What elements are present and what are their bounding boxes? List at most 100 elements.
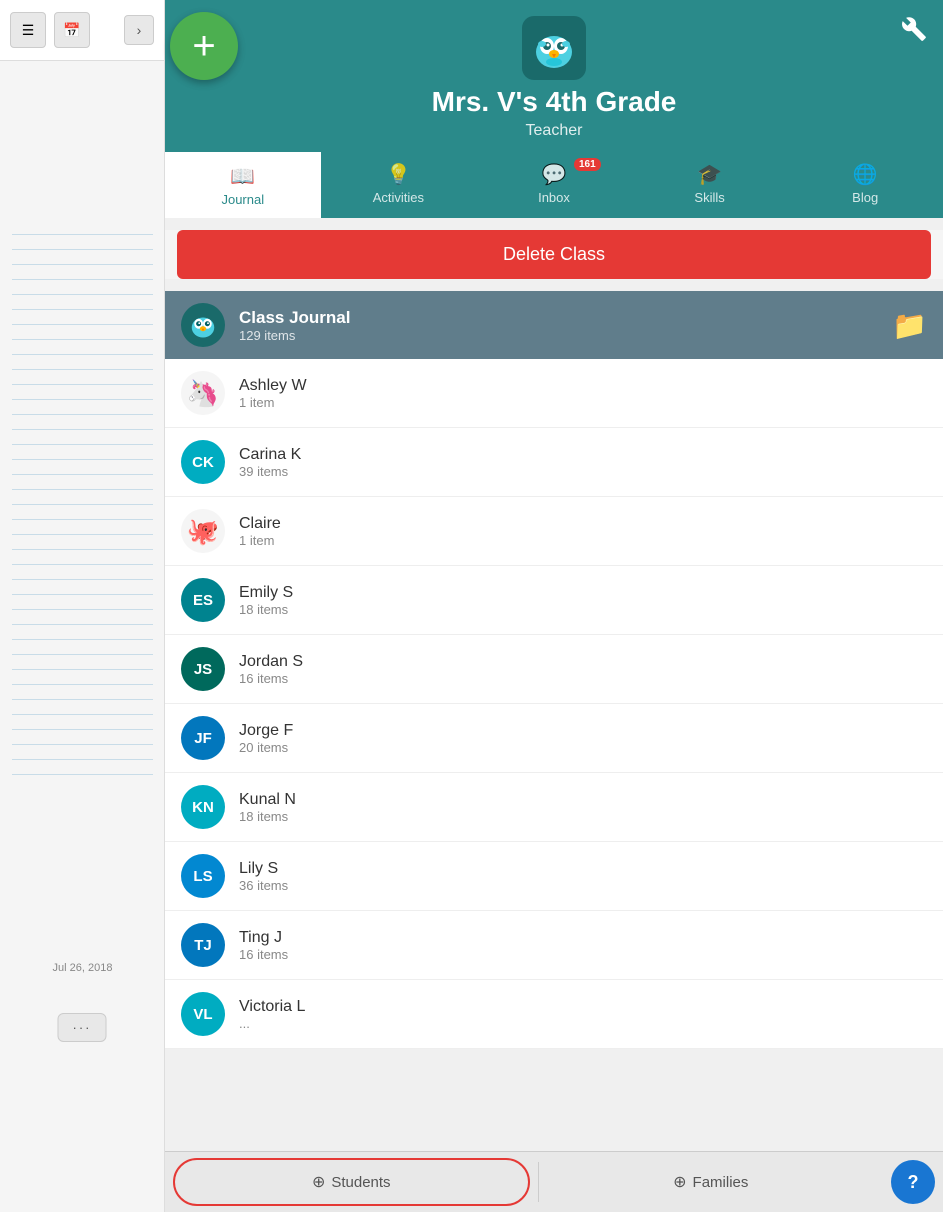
student-row[interactable]: CK Carina K 39 items — [165, 428, 943, 497]
notebook-line — [12, 324, 153, 325]
notebook-line — [12, 759, 153, 760]
notebook-line — [12, 414, 153, 415]
class-title: Mrs. V's 4th Grade — [165, 86, 943, 118]
families-tab-button[interactable]: ⊕ Families — [539, 1152, 884, 1212]
student-name: Emily S — [239, 584, 927, 602]
notebook-line — [12, 279, 153, 280]
notebook-line — [12, 729, 153, 730]
student-list: Class Journal 129 items 📁 🦄 Ashley W 1 i… — [165, 291, 943, 1049]
activities-icon: 💡 — [386, 162, 411, 187]
class-journal-name: Class Journal — [239, 308, 892, 328]
notebook-line — [12, 534, 153, 535]
student-item-count: 20 items — [239, 740, 927, 755]
expand-button[interactable]: › — [124, 15, 154, 45]
students-label: Students — [331, 1174, 390, 1191]
tab-blog-label: Blog — [852, 190, 878, 205]
inbox-icon: 💬 — [542, 162, 567, 187]
calendar-button[interactable]: 📅 — [54, 12, 90, 48]
student-avatar: ES — [181, 578, 225, 622]
notebook-line — [12, 774, 153, 775]
tab-journal[interactable]: 📖 Journal — [165, 152, 321, 218]
student-item-count: 16 items — [239, 947, 927, 962]
add-fab-button[interactable]: + — [170, 12, 238, 80]
student-item-count: 18 items — [239, 809, 927, 824]
student-info: Lily S 36 items — [239, 860, 927, 893]
student-item-count: 18 items — [239, 602, 927, 617]
student-row[interactable]: JS Jordan S 16 items — [165, 635, 943, 704]
notebook-line — [12, 489, 153, 490]
notebook-line — [12, 549, 153, 550]
class-journal-row[interactable]: Class Journal 129 items 📁 — [165, 291, 943, 359]
student-item-count: 1 item — [239, 533, 927, 548]
plus-icon: + — [192, 26, 215, 66]
student-avatar: 🐙 — [181, 509, 225, 553]
notebook-line — [12, 339, 153, 340]
tab-bar: 📖 Journal 💡 Activities 💬 161 Inbox 🎓 Ski… — [165, 152, 943, 218]
student-info: Jorge F 20 items — [239, 722, 927, 755]
notebook-line — [12, 354, 153, 355]
tab-blog[interactable]: 🌐 Blog — [787, 152, 943, 218]
notebook-line — [12, 294, 153, 295]
notebook-line — [12, 444, 153, 445]
notebook-line — [12, 564, 153, 565]
student-name: Claire — [239, 515, 927, 533]
bottom-bar: ⊕ Students ⊕ Families ? — [165, 1151, 943, 1212]
notebook-line — [12, 669, 153, 670]
student-info: Claire 1 item — [239, 515, 927, 548]
notebook-line — [12, 684, 153, 685]
help-button[interactable]: ? — [891, 1160, 935, 1204]
student-info: Kunal N 18 items — [239, 791, 927, 824]
students-tab-button[interactable]: ⊕ Students — [173, 1158, 530, 1206]
notebook-line — [12, 429, 153, 430]
student-row[interactable]: 🦄 Ashley W 1 item — [165, 359, 943, 428]
student-name: Jorge F — [239, 722, 927, 740]
student-row[interactable]: LS Lily S 36 items — [165, 842, 943, 911]
class-journal-avatar — [181, 303, 225, 347]
student-row[interactable]: JF Jorge F 20 items — [165, 704, 943, 773]
student-rows-container: 🦄 Ashley W 1 item CK Carina K 39 items 🐙… — [165, 359, 943, 1049]
folder-icon: 📁 — [892, 309, 927, 342]
hamburger-button[interactable]: ☰ — [10, 12, 46, 48]
owl-logo — [522, 16, 586, 80]
help-icon: ? — [908, 1172, 919, 1193]
sidebar: ☰ 📅 › — [0, 0, 165, 1212]
class-owl-icon — [188, 310, 218, 340]
sidebar-date: Jul 26, 2018 — [0, 954, 165, 982]
student-info: Jordan S 16 items — [239, 653, 927, 686]
teacher-label: Teacher — [165, 122, 943, 152]
blog-icon: 🌐 — [853, 162, 878, 187]
student-item-count: 16 items — [239, 671, 927, 686]
student-row[interactable]: ES Emily S 18 items — [165, 566, 943, 635]
student-row[interactable]: 🐙 Claire 1 item — [165, 497, 943, 566]
student-row[interactable]: VL Victoria L ... — [165, 980, 943, 1049]
notebook-line — [12, 234, 153, 235]
skills-icon: 🎓 — [697, 162, 722, 187]
student-name: Jordan S — [239, 653, 927, 671]
owl-icon — [530, 24, 578, 72]
class-journal-info: Class Journal 129 items — [239, 308, 892, 343]
student-row[interactable]: TJ Ting J 16 items — [165, 911, 943, 980]
tab-skills[interactable]: 🎓 Skills — [632, 152, 788, 218]
student-info: Emily S 18 items — [239, 584, 927, 617]
student-row[interactable]: KN Kunal N 18 items — [165, 773, 943, 842]
notebook-line — [12, 369, 153, 370]
tab-inbox[interactable]: 💬 161 Inbox — [476, 152, 632, 218]
tab-inbox-label: Inbox — [538, 190, 570, 205]
student-item-count: 36 items — [239, 878, 927, 893]
sidebar-notebook — [0, 220, 165, 789]
tab-activities[interactable]: 💡 Activities — [321, 152, 477, 218]
student-name: Carina K — [239, 446, 927, 464]
notebook-line — [12, 309, 153, 310]
delete-class-button[interactable]: Delete Class — [177, 230, 931, 279]
notebook-line — [12, 699, 153, 700]
class-journal-count: 129 items — [239, 328, 892, 343]
notebook-line — [12, 594, 153, 595]
more-button[interactable]: ··· — [58, 1013, 107, 1042]
settings-icon[interactable] — [901, 16, 927, 48]
student-name: Victoria L — [239, 998, 927, 1016]
inbox-badge: 161 — [574, 158, 601, 171]
student-avatar: VL — [181, 992, 225, 1036]
notebook-line — [12, 504, 153, 505]
student-name: Ashley W — [239, 377, 927, 395]
student-item-count: 1 item — [239, 395, 927, 410]
